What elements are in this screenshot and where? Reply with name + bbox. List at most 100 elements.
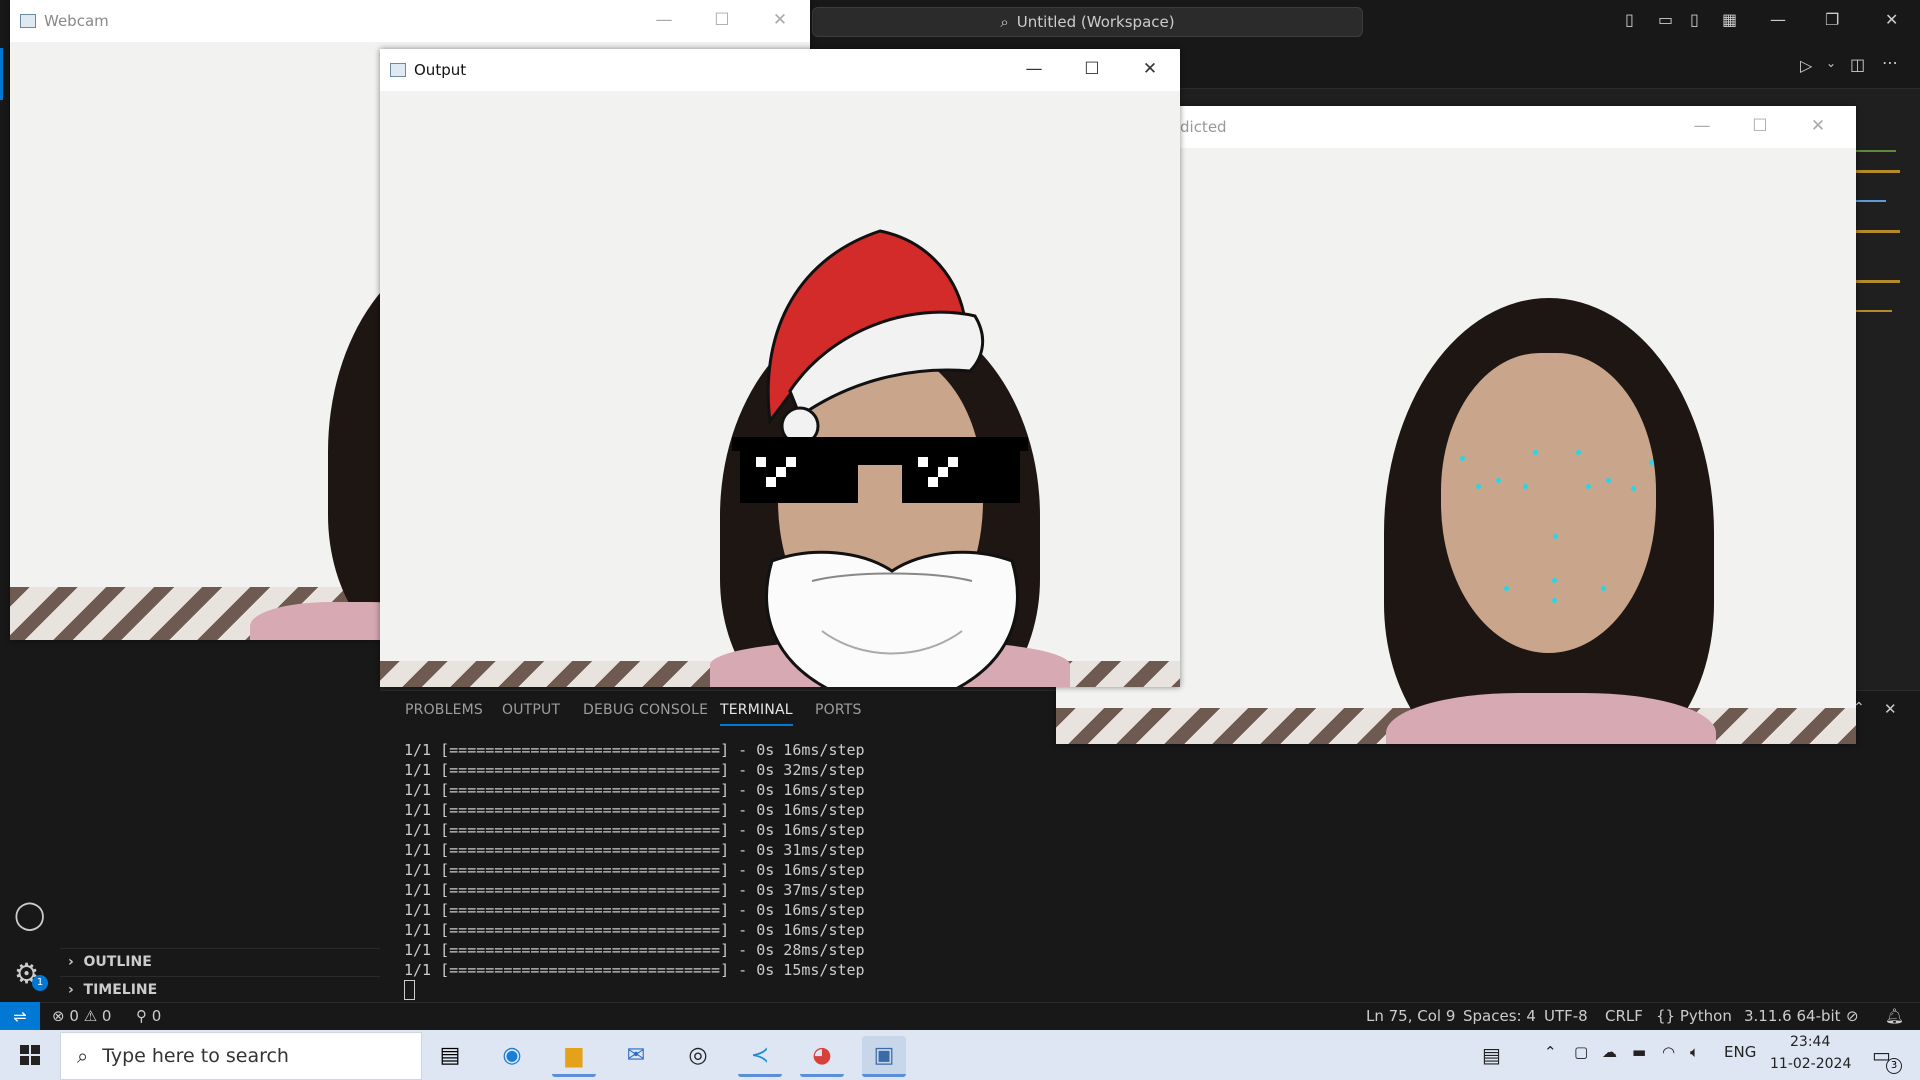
clock-date[interactable]: 11-02-2024 <box>1770 1056 1851 1072</box>
output-window[interactable]: Output — ☐ ✕ <box>380 49 1180 687</box>
tab-ports[interactable]: PORTS <box>815 702 862 718</box>
battery-icon[interactable]: ▬ <box>1632 1043 1646 1061</box>
account-icon[interactable]: ◯ <box>14 898 45 931</box>
customize-layout-icon[interactable]: ▦ <box>1722 10 1737 29</box>
braces-icon: {} <box>1656 1007 1676 1025</box>
terminal-line: 1/1 [==============================] - 0… <box>404 801 865 819</box>
output-video-feed <box>380 91 1180 687</box>
terminal-line: 1/1 [==============================] - 0… <box>404 941 865 959</box>
output-window-title: Output <box>414 61 467 79</box>
webcam-maximize-icon[interactable]: ☐ <box>708 8 736 32</box>
app-icon <box>390 63 406 77</box>
output-close-icon[interactable]: ✕ <box>1136 57 1164 81</box>
terminal-output[interactable]: 1/1 [==============================] - 0… <box>404 740 865 980</box>
taskbar-search[interactable]: ⌕ Type here to search <box>60 1032 422 1080</box>
predicted-minimize-icon[interactable]: — <box>1688 114 1716 138</box>
tab-terminal[interactable]: TERMINAL <box>720 702 793 726</box>
start-button[interactable] <box>0 1030 60 1080</box>
predicted-close-icon[interactable]: ✕ <box>1804 114 1832 138</box>
python-window-icon[interactable]: ▣ <box>862 1036 906 1077</box>
chrome-icon[interactable]: ◕ <box>800 1036 844 1077</box>
search-icon: ⌕ <box>77 1044 89 1068</box>
predicted-window-title: dicted <box>1180 118 1227 136</box>
interpreter-status[interactable]: 3.11.6 64-bit <box>1744 1007 1841 1025</box>
ports-status[interactable]: ⚲ 0 <box>136 1007 161 1025</box>
broadcast-icon: ⚲ <box>136 1007 147 1025</box>
notifications-bell-icon[interactable]: 🔔︎ <box>1885 1007 1904 1025</box>
restore-icon[interactable]: ❐ <box>1825 10 1839 29</box>
edge-browser-icon[interactable]: ◉ <box>490 1036 534 1074</box>
error-count: 0 <box>69 1007 79 1025</box>
toggle-sidebar-icon[interactable]: ▯ <box>1625 10 1634 29</box>
terminal-line: 1/1 [==============================] - 0… <box>404 901 865 919</box>
eol-status[interactable]: CRLF <box>1605 1007 1643 1025</box>
windows-logo-icon <box>20 1045 40 1065</box>
terminal-line: 1/1 [==============================] - 0… <box>404 741 865 759</box>
santa-hat <box>766 229 985 441</box>
command-center-search[interactable]: ⌕ Untitled (Workspace) <box>812 7 1363 37</box>
toggle-panel-icon[interactable]: ▭ <box>1658 10 1673 29</box>
webcam-minimize-icon[interactable]: — <box>650 8 678 32</box>
more-actions-icon[interactable]: ⋯ <box>1882 53 1898 72</box>
predicted-maximize-icon[interactable]: ☐ <box>1746 114 1774 138</box>
output-maximize-icon[interactable]: ☐ <box>1078 57 1106 81</box>
tab-debug-console[interactable]: DEBUG CONSOLE <box>583 702 708 718</box>
volume-icon[interactable]: 🔈︎ <box>1690 1043 1699 1061</box>
terminal-line: 1/1 [==============================] - 0… <box>404 781 865 799</box>
terminal-line: 1/1 [==============================] - 0… <box>404 841 865 859</box>
dell-icon[interactable]: ◎ <box>676 1036 720 1074</box>
webcam-close-icon[interactable]: ✕ <box>766 8 794 32</box>
wifi-icon[interactable]: ◠ <box>1662 1043 1675 1061</box>
webcam-title-bar[interactable]: Webcam — ☐ ✕ <box>10 0 810 42</box>
tab-output[interactable]: OUTPUT <box>502 702 560 718</box>
indentation-status[interactable]: Spaces: 4 <box>1463 1007 1536 1025</box>
terminal-line: 1/1 [==============================] - 0… <box>404 961 865 979</box>
settings-badge: 1 <box>32 975 48 991</box>
ports-count: 0 <box>151 1007 162 1025</box>
notification-count: 3 <box>1886 1058 1902 1074</box>
timeline-label: TIMELINE <box>83 982 158 998</box>
input-language[interactable]: ENG <box>1724 1043 1756 1061</box>
run-icon[interactable]: ▷ <box>1800 56 1812 75</box>
error-icon: ⊗ <box>52 1007 65 1025</box>
minimap[interactable] <box>1856 130 1904 330</box>
pixel-sunglasses <box>732 437 1028 503</box>
encoding-status[interactable]: UTF-8 <box>1544 1007 1588 1025</box>
file-explorer-icon[interactable]: ▆ <box>552 1036 596 1077</box>
terminal-cursor <box>404 980 415 1000</box>
onedrive-icon[interactable]: ☁ <box>1602 1043 1617 1061</box>
task-view-icon[interactable]: ▤ <box>428 1036 472 1074</box>
tab-problems[interactable]: PROBLEMS <box>405 702 483 718</box>
terminal-line: 1/1 [==============================] - 0… <box>404 761 865 779</box>
search-icon: ⌕ <box>1000 13 1009 31</box>
show-hidden-icons-icon[interactable]: ⌃ <box>1544 1043 1557 1061</box>
vscode-icon[interactable]: ≺ <box>738 1036 782 1077</box>
santa-beard <box>765 550 1019 687</box>
output-title-bar[interactable]: Output — ☐ ✕ <box>380 49 1180 91</box>
clock-time[interactable]: 23:44 <box>1790 1034 1830 1050</box>
problems-status[interactable]: ⊗ 0 ⚠ 0 <box>52 1007 111 1025</box>
news-widget-icon[interactable]: ▤ <box>1482 1043 1501 1067</box>
meet-icon[interactable]: ▢ <box>1574 1043 1588 1061</box>
outline-section[interactable]: › OUTLINE <box>68 954 152 970</box>
run-dropdown-icon[interactable]: ⌄ <box>1826 56 1836 70</box>
cursor-position[interactable]: Ln 75, Col 9 <box>1366 1007 1455 1025</box>
taskbar-search-placeholder: Type here to search <box>102 1045 289 1067</box>
timeline-section[interactable]: › TIMELINE <box>68 982 157 998</box>
language-label: Python <box>1679 1007 1732 1025</box>
webcam-window-title: Webcam <box>44 12 109 30</box>
language-status[interactable]: {} Python <box>1656 1007 1732 1025</box>
mail-icon[interactable]: ✉ <box>614 1036 658 1074</box>
close-icon[interactable]: ✕ <box>1885 10 1898 29</box>
close-panel-icon[interactable]: ✕ <box>1884 700 1897 718</box>
copilot-icon[interactable]: ⊘ <box>1846 1007 1859 1025</box>
terminal-line: 1/1 [==============================] - 0… <box>404 921 865 939</box>
outline-label: OUTLINE <box>83 954 152 970</box>
split-editor-icon[interactable]: ◫ <box>1850 55 1865 74</box>
minimize-icon[interactable]: — <box>1770 10 1786 29</box>
toggle-secondary-sidebar-icon[interactable]: ▯ <box>1690 10 1699 29</box>
workspace-title: Untitled (Workspace) <box>1016 13 1175 31</box>
warning-count: 0 <box>101 1007 112 1025</box>
output-minimize-icon[interactable]: — <box>1020 57 1048 81</box>
remote-indicator-icon[interactable]: ⇌ <box>0 1002 40 1030</box>
